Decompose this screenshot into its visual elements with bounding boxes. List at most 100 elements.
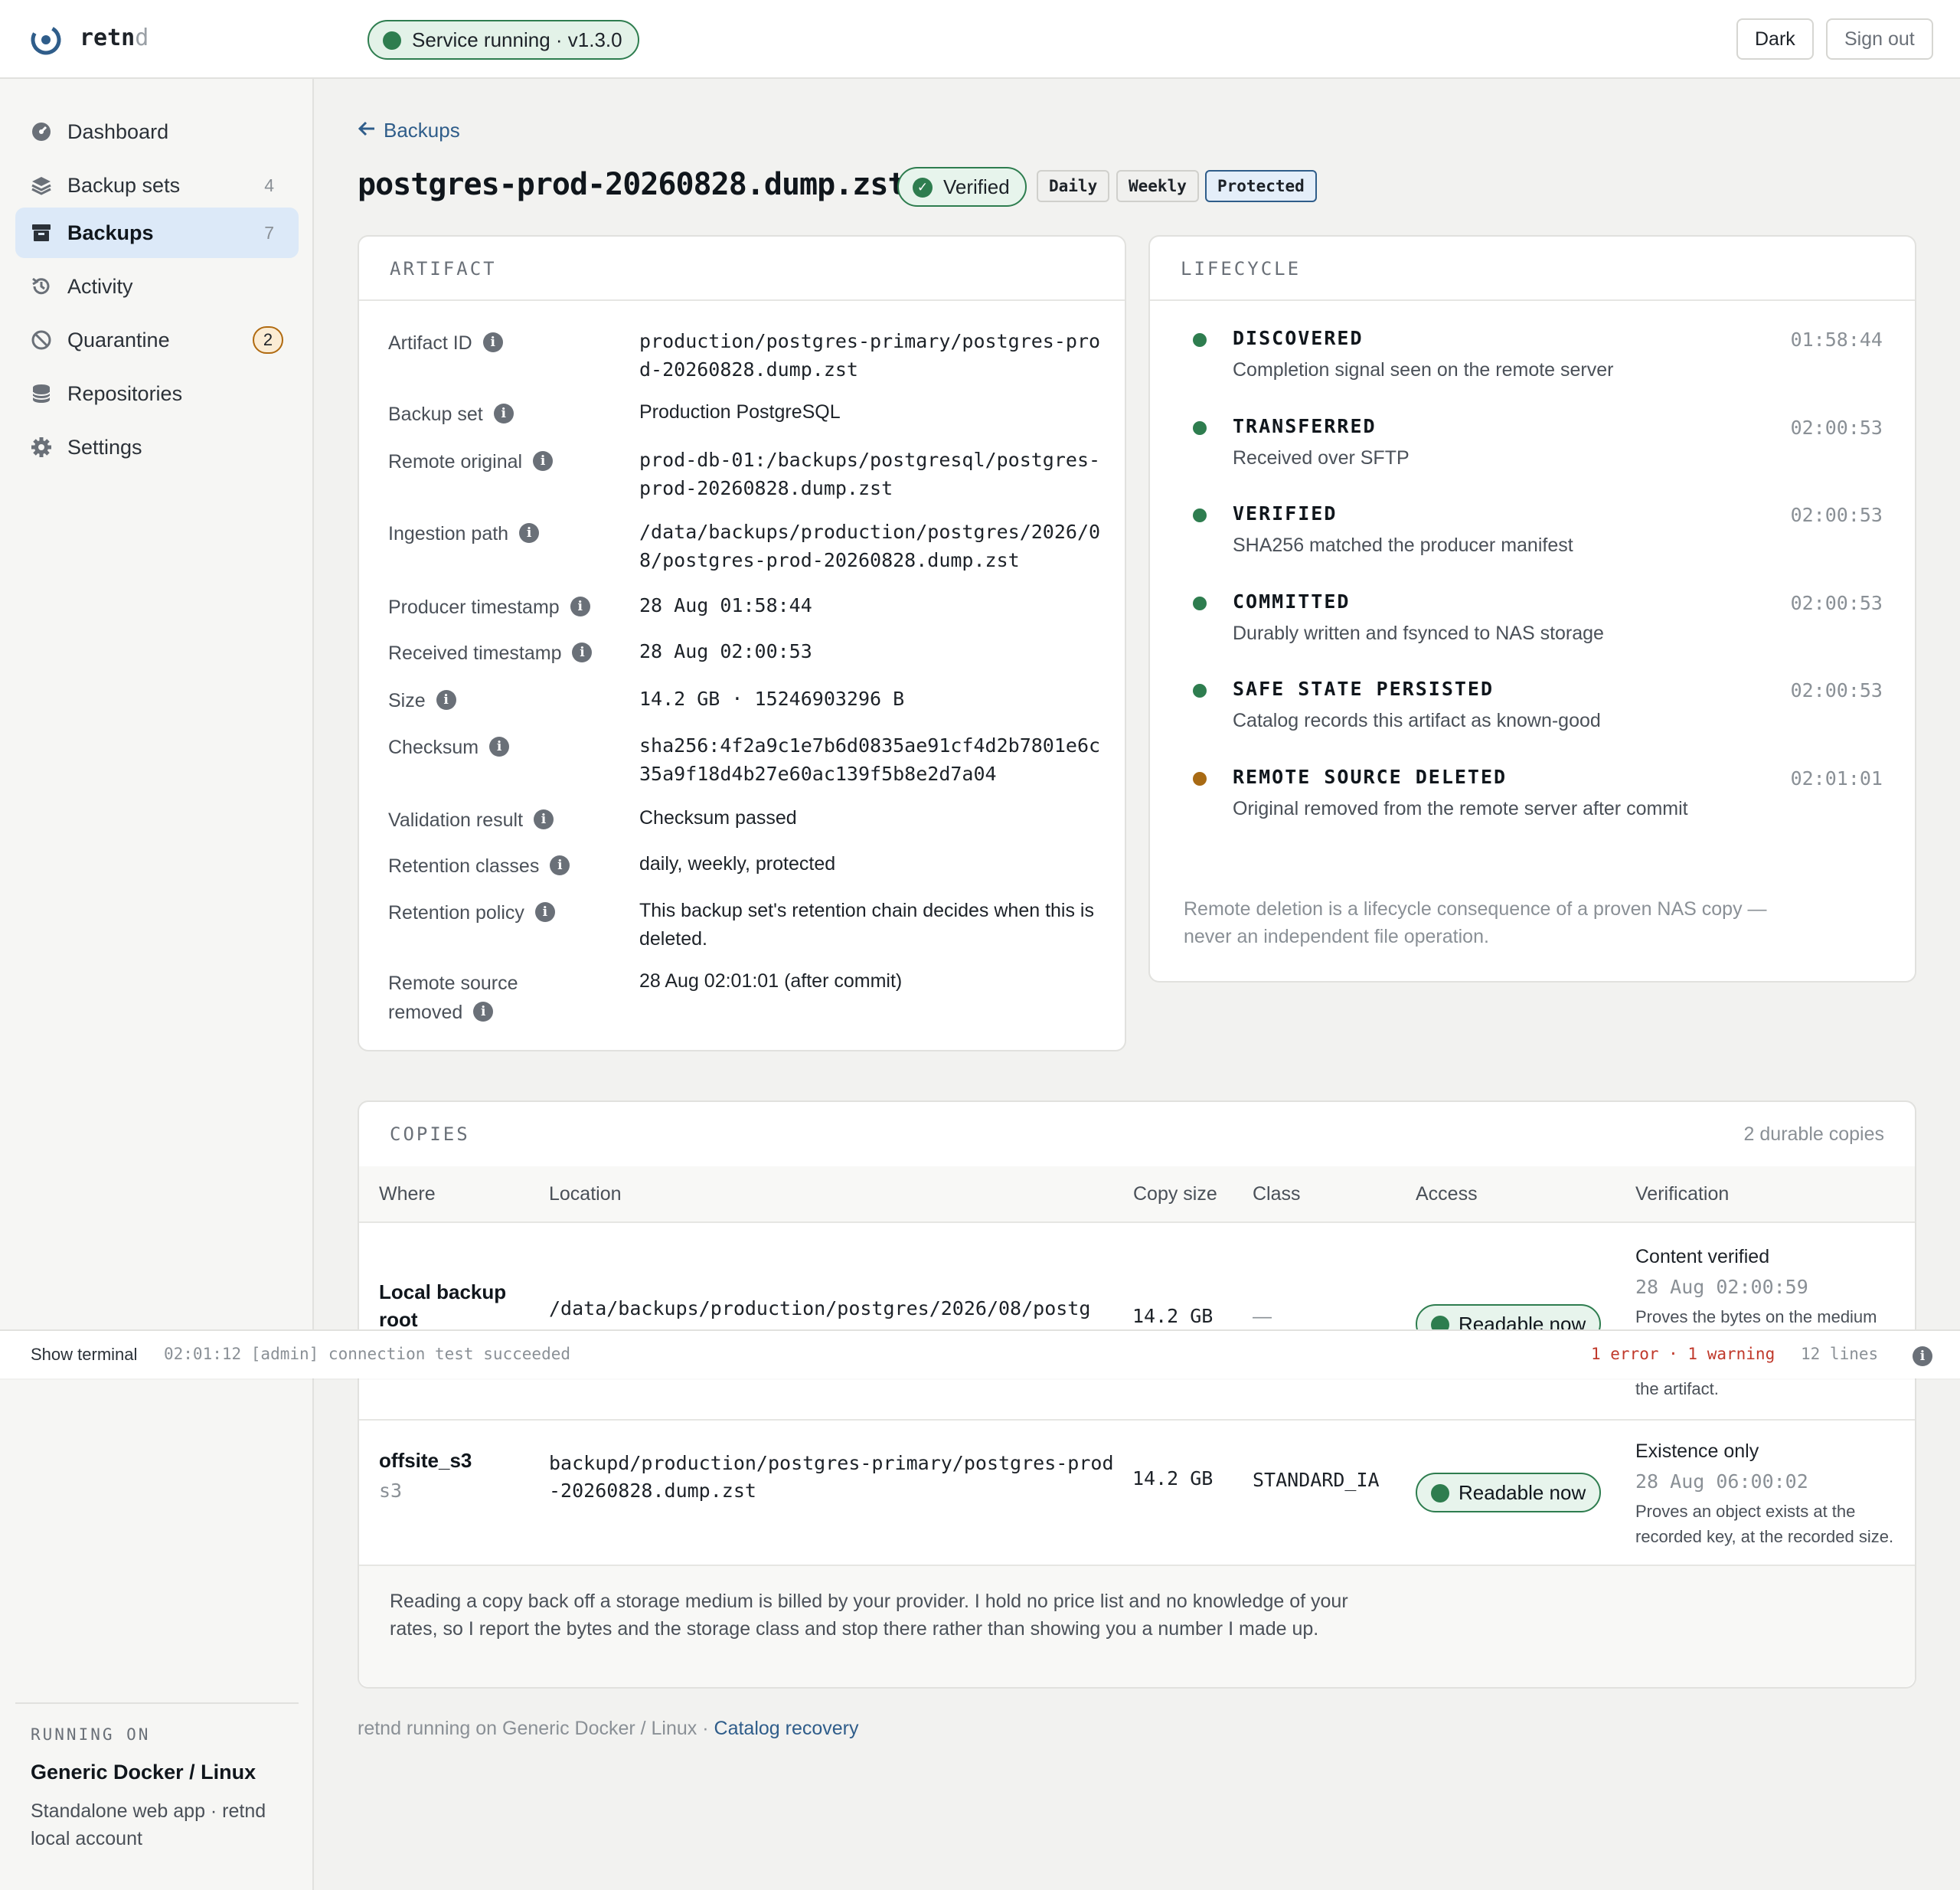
sidebar-item-label: Backups <box>67 221 154 244</box>
arrow-left-icon <box>358 119 384 142</box>
lifecycle-step-description: Completion signal seen on the remote ser… <box>1233 359 1614 381</box>
verification-time: 28 Aug 02:00:59 <box>1635 1276 1808 1298</box>
copies-count: 2 durable copies <box>1743 1123 1884 1145</box>
sidebar-item-quarantine[interactable]: Quarantine 2 <box>15 315 299 365</box>
copy-location: /data/backups/production/postgres/2026/0… <box>549 1297 1091 1319</box>
sidebar-item-count: 7 <box>264 223 274 243</box>
access-status-text: Readable now <box>1459 1481 1586 1504</box>
info-icon[interactable]: i <box>473 1002 494 1022</box>
lifecycle-step-dot <box>1193 333 1207 347</box>
sidebar-item-activity[interactable]: Activity <box>15 261 299 312</box>
info-icon[interactable]: i <box>570 597 590 616</box>
copies-card-title: COPIES <box>390 1123 470 1145</box>
retention-classes-value: daily, weekly, protected <box>639 853 836 875</box>
checksum-value[interactable]: sha256:4f2a9c1e7b6d0835ae91cf4d2b7801e6c… <box>639 731 1106 788</box>
info-icon[interactable]: i <box>493 404 514 423</box>
sidebar-item-label: Quarantine <box>67 329 170 352</box>
sidebar-item-backups[interactable]: Backups 7 <box>15 208 299 258</box>
copies-card: COPIES 2 durable copies Where Location C… <box>358 1100 1916 1689</box>
copies-card-header: COPIES 2 durable copies <box>359 1102 1915 1166</box>
top-bar: retnd Service running · v1.3.0 Dark Sign… <box>0 0 1960 79</box>
lifecycle-step-title: COMMITTED <box>1233 590 1351 613</box>
archive-icon <box>32 224 51 241</box>
history-icon <box>32 277 50 295</box>
show-terminal-button[interactable]: Show terminal <box>31 1345 137 1365</box>
block-icon <box>31 330 51 350</box>
remote-source-removed-value: 28 Aug 02:01:01 (after commit) <box>639 970 903 992</box>
back-to-backups-link[interactable]: Backups <box>358 119 460 142</box>
artifact-card: ARTIFACT Artifact ID i production/postgre… <box>358 235 1126 1051</box>
lifecycle-step-title: VERIFIED <box>1233 502 1338 525</box>
page-footer: retnd running on Generic Docker / Linux … <box>358 1718 859 1740</box>
lifecycle-card-title: LIFECYCLE <box>1181 258 1302 280</box>
sidebar-item-label: Repositories <box>67 382 183 405</box>
check-circle-icon: ✓ <box>913 178 933 198</box>
sidebar-item-backup-sets[interactable]: Backup sets 4 <box>15 160 299 211</box>
tag-protected: Protected <box>1205 170 1317 202</box>
sidebar-item-repositories[interactable]: Repositories <box>15 368 299 419</box>
sign-out-button[interactable]: Sign out <box>1826 18 1933 60</box>
verification-time: 28 Aug 06:00:02 <box>1635 1470 1808 1493</box>
lifecycle-step-description: Original removed from the remote server … <box>1233 797 1688 819</box>
lifecycle-step-title: SAFE STATE PERSISTED <box>1233 678 1494 700</box>
theme-toggle-button[interactable]: Dark <box>1736 18 1814 60</box>
sidebar-item-label: Settings <box>67 436 142 459</box>
database-icon <box>32 384 51 403</box>
app-brand[interactable]: retnd <box>80 25 149 51</box>
info-icon[interactable]: i <box>489 737 510 757</box>
info-icon[interactable]: i <box>436 690 456 710</box>
lifecycle-step-description: Catalog records this artifact as known-g… <box>1233 710 1601 731</box>
info-icon[interactable]: i <box>533 451 554 471</box>
info-icon[interactable]: i <box>519 523 540 543</box>
column-header-access: Access <box>1416 1183 1478 1205</box>
sidebar-item-count: 4 <box>264 175 274 195</box>
size-label: Size i <box>388 686 456 715</box>
lifecycle-step-time: 02:00:53 <box>1790 679 1883 701</box>
artifact-id-label: Artifact ID i <box>388 329 503 358</box>
verification-title: Existence only <box>1635 1440 1759 1462</box>
terminal-error-summary[interactable]: 1 error · 1 warning <box>1591 1345 1775 1363</box>
sidebar-item-dashboard[interactable]: Dashboard <box>15 106 299 157</box>
remote-original-value: prod-db-01:/backups/postgresql/postgres-… <box>639 449 1101 499</box>
received-timestamp-label: Received timestamp i <box>388 639 593 668</box>
lifecycle-step-time: 02:01:01 <box>1790 767 1883 790</box>
gear-icon <box>31 437 51 457</box>
service-status-text: Service running · v1.3.0 <box>412 28 622 51</box>
info-icon[interactable]: i <box>482 332 503 352</box>
info-icon[interactable]: i <box>534 809 554 829</box>
received-timestamp-value: 28 Aug 02:00:53 <box>639 640 812 662</box>
info-icon[interactable]: i <box>550 855 570 875</box>
lifecycle-step-dot <box>1193 596 1207 610</box>
copy-where: offsite_s3 <box>379 1449 472 1472</box>
platform-description: Standalone web app · retnd local account <box>31 1800 266 1849</box>
row-divider <box>359 1419 1915 1421</box>
column-header-verification: Verification <box>1635 1183 1730 1205</box>
catalog-recovery-link[interactable]: Catalog recovery <box>714 1718 859 1739</box>
sidebar-item-label: Backup sets <box>67 174 181 197</box>
info-icon[interactable]: i <box>572 643 593 662</box>
brand-tail: d <box>135 25 149 51</box>
artifact-id-value: production/postgres-primary/postgres-pro… <box>639 330 1101 381</box>
brand-main: retn <box>80 25 136 51</box>
retention-policy-value: This backup set's retention chain decide… <box>639 900 1094 950</box>
info-icon[interactable]: i <box>1913 1346 1932 1366</box>
lifecycle-step-dot <box>1193 420 1207 435</box>
verified-status-text: Verified <box>943 175 1010 198</box>
quarantine-count-badge: 2 <box>253 326 283 354</box>
lifecycle-step-time: 02:00:53 <box>1790 416 1883 439</box>
lifecycle-step-dot <box>1193 508 1207 522</box>
layers-icon <box>31 177 51 195</box>
copy-class: STANDARD_IA <box>1253 1469 1380 1491</box>
lifecycle-step-time: 02:00:53 <box>1790 591 1883 614</box>
producer-timestamp-label: Producer timestamp i <box>388 593 590 622</box>
sidebar-item-label: Activity <box>67 275 133 298</box>
tag-weekly: Weekly <box>1116 170 1199 202</box>
info-icon[interactable]: i <box>534 902 555 922</box>
retention-classes-label: Retention classes i <box>388 852 570 881</box>
copies-billing-note: Reading a copy back off a storage medium… <box>390 1591 1348 1640</box>
sidebar-item-label: Dashboard <box>67 120 169 143</box>
backup-set-value: Production PostgreSQL <box>639 401 841 423</box>
copy-size: 14.2 GB <box>1132 1305 1214 1327</box>
sidebar-item-settings[interactable]: Settings <box>15 422 299 472</box>
verification-description-continued: the artifact. <box>1635 1379 1719 1398</box>
